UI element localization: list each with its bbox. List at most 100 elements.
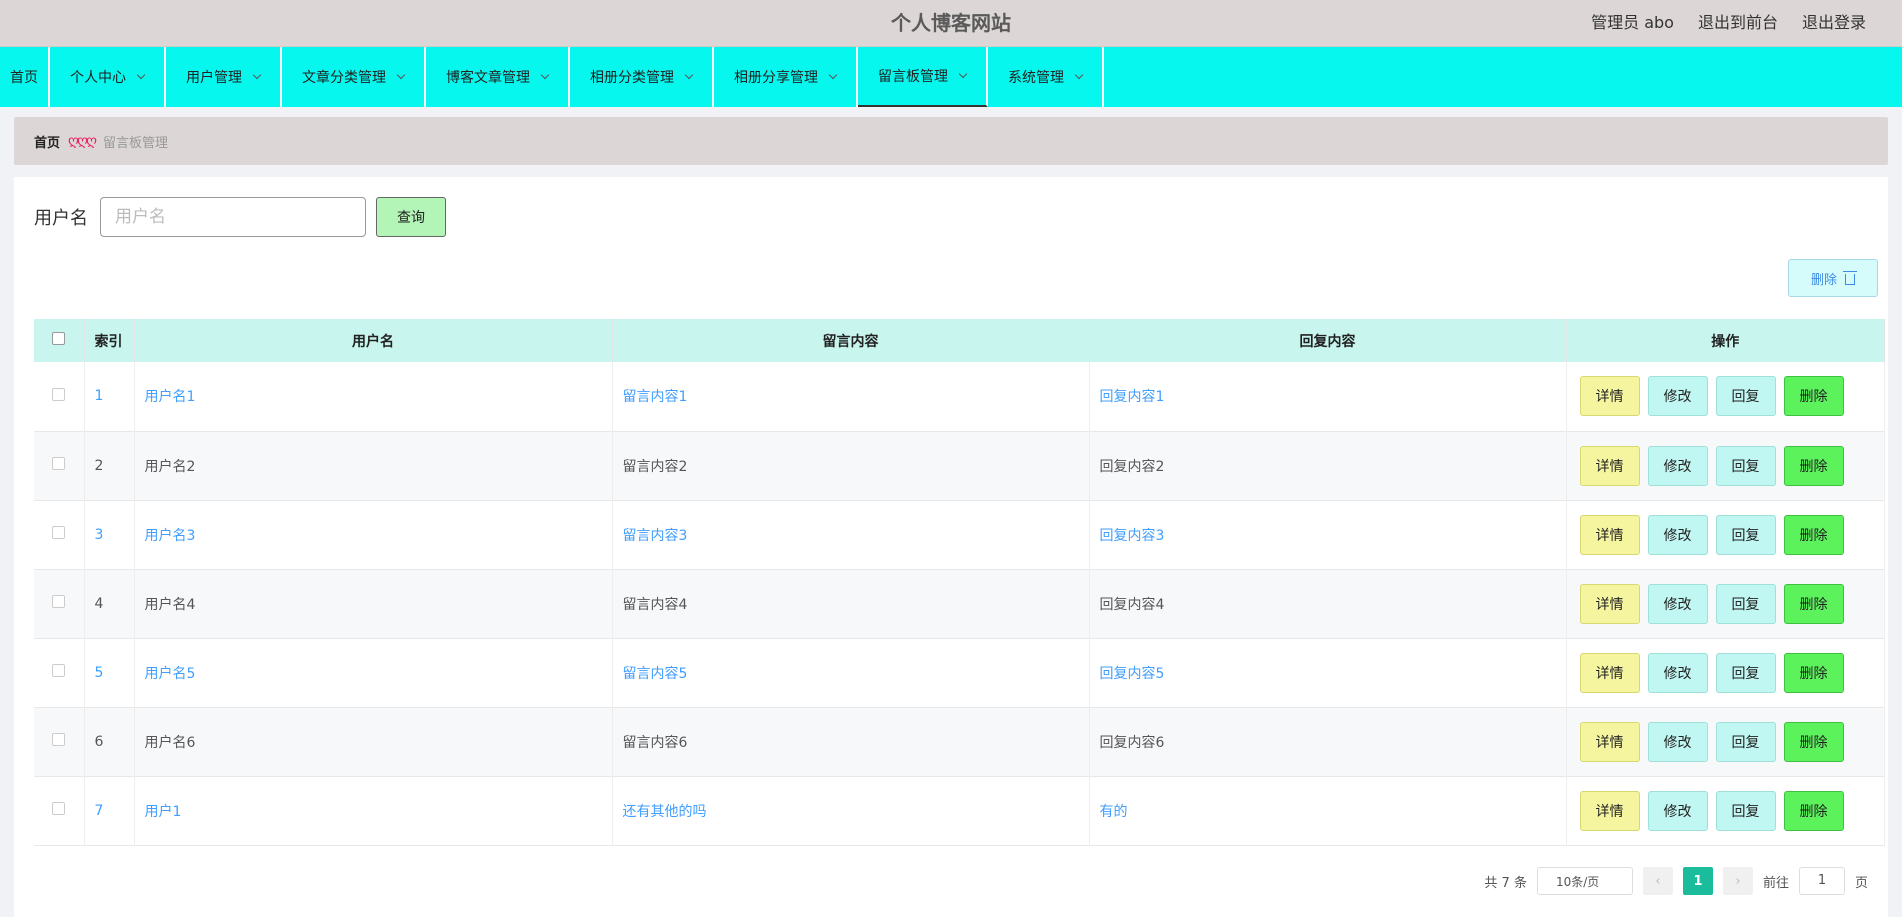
nav-item-article-category[interactable]: 文章分类管理	[282, 47, 426, 107]
pagination: 共 7 条 10条/页 ‹ 1 › 前往 1 页	[1484, 867, 1868, 895]
row-checkbox[interactable]	[52, 802, 66, 815]
select-all-checkbox[interactable]	[52, 332, 66, 345]
reply-button[interactable]: 回复	[1715, 376, 1776, 417]
detail-button[interactable]: 详情	[1579, 652, 1640, 693]
detail-button[interactable]: 详情	[1579, 721, 1640, 762]
reply-button[interactable]: 回复	[1715, 514, 1776, 555]
table-row: 1 用户名1 留言内容1 回复内容1 详情 修改 回复 删除	[34, 362, 1885, 431]
main-nav: 首页 个人中心 用户管理 文章分类管理 博客文章管理 相册分类管理 相册分享管理…	[0, 47, 1902, 107]
edit-button[interactable]: 修改	[1647, 376, 1708, 417]
row-checkbox-cell	[34, 569, 85, 638]
page-size-select[interactable]: 10条/页	[1536, 867, 1633, 895]
row-checkbox[interactable]	[52, 387, 66, 401]
nav-label: 留言板管理	[878, 69, 948, 85]
breadcrumb: 首页 ღღღ 留言板管理	[14, 117, 1888, 165]
goto-page-input[interactable]: 1	[1798, 867, 1845, 895]
toolbar: 删除	[1788, 259, 1878, 297]
delete-button[interactable]: 删除	[1783, 790, 1844, 831]
breadcrumb-separator-icon: ღღღ	[68, 133, 97, 149]
row-username: 用户1	[134, 776, 613, 845]
edit-button[interactable]: 修改	[1647, 790, 1708, 831]
trash-icon	[1843, 270, 1857, 285]
table-row: 7 用户1 还有其他的吗 有的 详情 修改 回复 删除	[34, 776, 1885, 845]
page-suffix: 页	[1854, 875, 1868, 891]
total-count: 共 7 条	[1484, 875, 1527, 891]
delete-button[interactable]: 删除	[1783, 583, 1844, 624]
nav-item-album-category[interactable]: 相册分类管理	[570, 47, 714, 107]
row-index: 1	[84, 362, 135, 431]
delete-button[interactable]: 删除	[1783, 445, 1844, 486]
nav-label: 相册分类管理	[590, 70, 674, 86]
edit-button[interactable]: 修改	[1647, 583, 1708, 624]
row-message: 留言内容4	[612, 569, 1090, 638]
reply-button[interactable]: 回复	[1715, 652, 1776, 693]
reply-button[interactable]: 回复	[1715, 583, 1776, 624]
row-index: 5	[84, 638, 135, 707]
batch-delete-button[interactable]: 删除	[1788, 259, 1878, 297]
row-checkbox[interactable]	[52, 733, 66, 746]
logout-link[interactable]: 退出登录	[1802, 0, 1866, 45]
query-button[interactable]: 查询	[376, 197, 446, 237]
row-checkbox[interactable]	[52, 526, 66, 539]
row-reply: 回复内容6	[1089, 707, 1567, 776]
delete-button[interactable]: 删除	[1783, 376, 1844, 417]
reply-button[interactable]: 回复	[1715, 790, 1776, 831]
nav-item-message-board[interactable]: 留言板管理	[858, 47, 988, 107]
nav-item-blog-articles[interactable]: 博客文章管理	[426, 47, 570, 107]
edit-button[interactable]: 修改	[1647, 445, 1708, 486]
table-row: 3 用户名3 留言内容3 回复内容3 详情 修改 回复 删除	[34, 500, 1885, 569]
row-username: 用户名4	[134, 569, 613, 638]
row-checkbox-cell	[34, 431, 85, 500]
edit-button[interactable]: 修改	[1647, 652, 1708, 693]
username-search-input[interactable]	[100, 197, 366, 237]
reply-button[interactable]: 回复	[1715, 445, 1776, 486]
detail-button[interactable]: 详情	[1579, 514, 1640, 555]
detail-button[interactable]: 详情	[1579, 790, 1640, 831]
table-row: 2 用户名2 留言内容2 回复内容2 详情 修改 回复 删除	[34, 431, 1885, 500]
row-message: 留言内容1	[612, 362, 1090, 431]
chevron-left-icon: ‹	[1655, 873, 1661, 889]
detail-button[interactable]: 详情	[1579, 445, 1640, 486]
search-label: 用户名	[34, 208, 88, 229]
nav-item-album-share[interactable]: 相册分享管理	[714, 47, 858, 107]
page-number-active[interactable]: 1	[1682, 867, 1713, 895]
chevron-down-icon	[136, 70, 146, 80]
row-reply: 回复内容1	[1089, 362, 1567, 431]
message-table: 索引 用户名 留言内容 回复内容 操作 1 用户名1 留言内容1 回复内容1 详…	[34, 319, 1885, 846]
row-checkbox[interactable]	[52, 595, 66, 608]
breadcrumb-home[interactable]: 首页	[34, 132, 60, 151]
nav-item-personal-center[interactable]: 个人中心	[50, 47, 166, 107]
nav-item-system[interactable]: 系统管理	[988, 47, 1104, 107]
detail-button[interactable]: 详情	[1579, 376, 1640, 417]
next-page-button[interactable]: ›	[1722, 867, 1753, 895]
edit-button[interactable]: 修改	[1647, 514, 1708, 555]
exit-to-front-link[interactable]: 退出到前台	[1698, 0, 1778, 45]
row-checkbox[interactable]	[52, 457, 66, 470]
edit-button[interactable]: 修改	[1647, 721, 1708, 762]
nav-label: 文章分类管理	[302, 70, 386, 86]
chevron-down-icon	[828, 70, 838, 80]
reply-button[interactable]: 回复	[1715, 721, 1776, 762]
page-size-value: 10条/页	[1555, 874, 1600, 889]
detail-button[interactable]: 详情	[1579, 583, 1640, 624]
row-checkbox-cell	[34, 707, 85, 776]
nav-item-home[interactable]: 首页	[0, 47, 50, 107]
prev-page-button[interactable]: ‹	[1642, 867, 1673, 895]
row-message: 留言内容5	[612, 638, 1090, 707]
row-checkbox[interactable]	[52, 664, 66, 677]
header-message: 留言内容	[612, 319, 1090, 362]
delete-button[interactable]: 删除	[1783, 652, 1844, 693]
delete-button[interactable]: 删除	[1783, 721, 1844, 762]
nav-item-user-management[interactable]: 用户管理	[166, 47, 282, 107]
breadcrumb-current: 留言板管理	[103, 135, 169, 151]
delete-button[interactable]: 删除	[1783, 514, 1844, 555]
row-actions: 详情 修改 回复 删除	[1566, 569, 1885, 638]
row-message: 留言内容2	[612, 431, 1090, 500]
table-row: 4 用户名4 留言内容4 回复内容4 详情 修改 回复 删除	[34, 569, 1885, 638]
chevron-down-icon	[958, 69, 968, 79]
row-reply: 回复内容5	[1089, 638, 1567, 707]
nav-label: 个人中心	[70, 70, 126, 86]
row-actions: 详情 修改 回复 删除	[1566, 638, 1885, 707]
row-index: 7	[84, 776, 135, 845]
search-row: 用户名 查询	[34, 197, 1868, 237]
